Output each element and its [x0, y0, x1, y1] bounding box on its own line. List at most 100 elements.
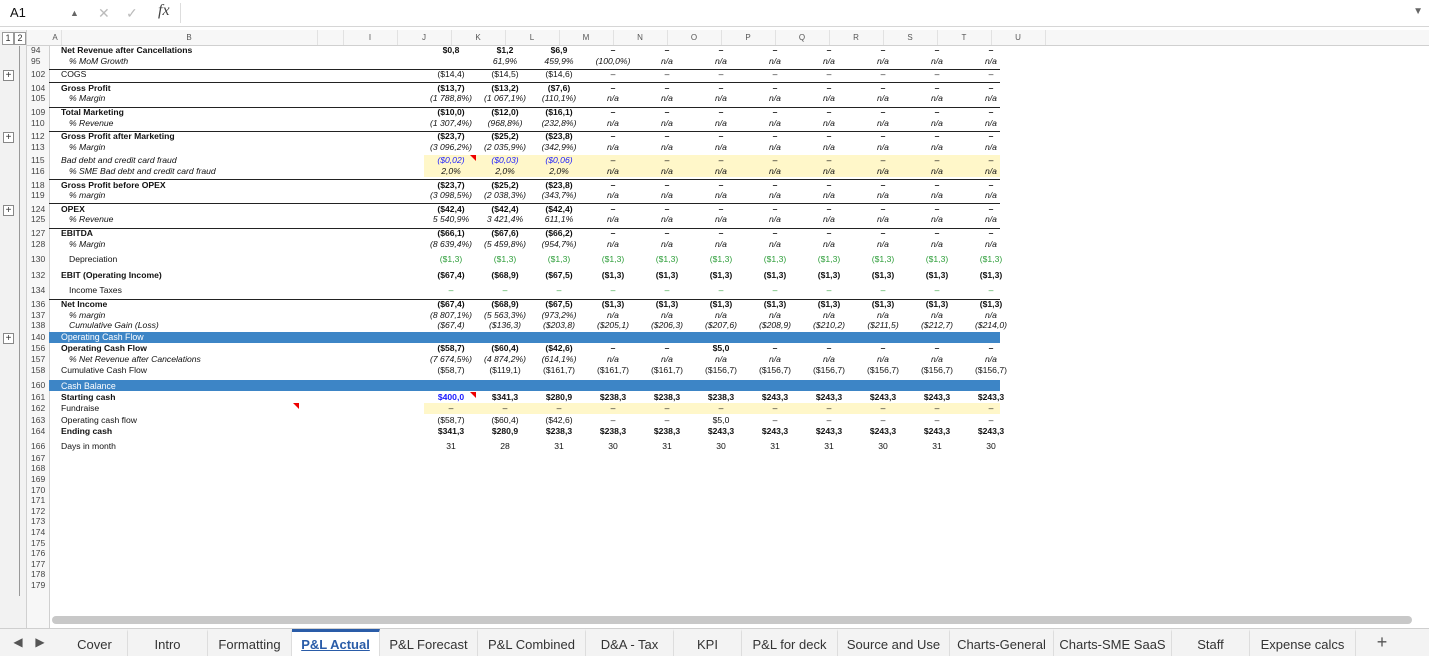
cell-K[interactable]: (3 098,5%)	[424, 190, 478, 200]
cell-S[interactable]: –	[856, 403, 910, 413]
column-header[interactable]: Q	[775, 30, 830, 45]
cell-O[interactable]: –	[640, 343, 694, 353]
row-label[interactable]: Income Taxes	[69, 285, 122, 295]
column-header[interactable]	[317, 30, 344, 45]
cell-P[interactable]: –	[694, 155, 748, 165]
cell-R[interactable]: –	[802, 415, 856, 425]
cell-U[interactable]: ($1,3)	[964, 270, 1018, 280]
cell-P[interactable]: ($207,6)	[694, 320, 748, 330]
cell-Q[interactable]: –	[748, 131, 802, 141]
row-label[interactable]: % margin	[69, 310, 105, 320]
cell-P[interactable]: –	[694, 83, 748, 93]
cell-P[interactable]: n/a	[694, 354, 748, 364]
row-number[interactable]: 158	[27, 365, 49, 375]
cell-N[interactable]: –	[586, 155, 640, 165]
cell-U[interactable]: –	[964, 204, 1018, 214]
cell-T[interactable]: n/a	[910, 93, 964, 103]
cell-M[interactable]: (343,7%)	[532, 190, 586, 200]
cell-K[interactable]: ($67,4)	[424, 299, 478, 309]
cell-M[interactable]: 31	[532, 441, 586, 451]
row-number[interactable]: 177	[27, 559, 49, 569]
cell-T[interactable]: –	[910, 204, 964, 214]
row-number[interactable]: 115	[27, 155, 49, 165]
row-number[interactable]: 118	[27, 180, 49, 190]
next-sheet-icon[interactable]: ▶	[30, 629, 50, 656]
cell-O[interactable]: –	[640, 285, 694, 295]
comment-indicator-icon[interactable]	[293, 403, 299, 410]
cell-P[interactable]: n/a	[694, 166, 748, 176]
cell-T[interactable]: n/a	[910, 239, 964, 249]
cell-Q[interactable]: –	[748, 69, 802, 79]
row-number[interactable]: 171	[27, 495, 49, 505]
row-number[interactable]: 136	[27, 299, 49, 309]
cell-P[interactable]: –	[694, 180, 748, 190]
cell-Q[interactable]: n/a	[748, 93, 802, 103]
row-number[interactable]: 124	[27, 204, 49, 214]
cell-K[interactable]: –	[424, 285, 478, 295]
cell-Q[interactable]: 31	[748, 441, 802, 451]
cell-P[interactable]: ($1,3)	[694, 254, 748, 264]
cell-K[interactable]: ($10,0)	[424, 107, 478, 117]
cell-O[interactable]: n/a	[640, 56, 694, 66]
cell-L[interactable]: ($67,6)	[478, 228, 532, 238]
row-label[interactable]: % Revenue	[69, 118, 113, 128]
fx-icon[interactable]: fx	[158, 2, 170, 20]
row-number[interactable]: 138	[27, 320, 49, 330]
cell-L[interactable]: (2 038,3%)	[478, 190, 532, 200]
cell-U[interactable]: –	[964, 83, 1018, 93]
cell-N[interactable]: –	[586, 131, 640, 141]
cell-O[interactable]: –	[640, 83, 694, 93]
cell-P[interactable]: 30	[694, 441, 748, 451]
cell-T[interactable]: –	[910, 180, 964, 190]
cell-M[interactable]: (342,9%)	[532, 142, 586, 152]
row-label[interactable]: % Margin	[69, 142, 105, 152]
cell-K[interactable]: (7 674,5%)	[424, 354, 478, 364]
cell-Q[interactable]: ($1,3)	[748, 254, 802, 264]
row-number[interactable]: 160	[27, 380, 49, 390]
sheet-tab[interactable]: Intro	[128, 629, 208, 656]
row-label[interactable]: Fundraise	[61, 403, 99, 413]
cell-R[interactable]: ($1,3)	[802, 270, 856, 280]
sheet-tab[interactable]: Expense calcs	[1250, 629, 1356, 656]
column-header[interactable]: P	[721, 30, 776, 45]
cell-M[interactable]: (232,8%)	[532, 118, 586, 128]
cell-L[interactable]: ($1,3)	[478, 254, 532, 264]
cell-T[interactable]: 31	[910, 441, 964, 451]
cell-K[interactable]: (1 788,8%)	[424, 93, 478, 103]
cell-Q[interactable]: –	[748, 285, 802, 295]
cell-R[interactable]: 31	[802, 441, 856, 451]
cell-K[interactable]: ($58,7)	[424, 365, 478, 375]
comment-indicator-icon[interactable]	[470, 155, 476, 162]
cell-S[interactable]: –	[856, 228, 910, 238]
cell-K[interactable]: (8 807,1%)	[424, 310, 478, 320]
comment-indicator-icon[interactable]	[470, 391, 476, 398]
cell-Q[interactable]: –	[748, 107, 802, 117]
cell-O[interactable]: n/a	[640, 214, 694, 224]
cell-L[interactable]: ($136,3)	[478, 320, 532, 330]
cell-U[interactable]: 30	[964, 441, 1018, 451]
cell-T[interactable]: n/a	[910, 142, 964, 152]
cell-N[interactable]: n/a	[586, 93, 640, 103]
cell-M[interactable]: (973,2%)	[532, 310, 586, 320]
cell-M[interactable]: (110,1%)	[532, 93, 586, 103]
cell-N[interactable]: –	[586, 403, 640, 413]
row-label[interactable]: EBIT (Operating Income)	[61, 270, 162, 280]
cell-Q[interactable]: n/a	[748, 166, 802, 176]
row-label[interactable]: % SME Bad debt and credit card fraud	[69, 166, 216, 176]
cell-T[interactable]: –	[910, 45, 964, 55]
cell-U[interactable]: n/a	[964, 239, 1018, 249]
cell-U[interactable]: –	[964, 131, 1018, 141]
cell-N[interactable]: n/a	[586, 118, 640, 128]
column-header[interactable]: T	[937, 30, 992, 45]
cell-N[interactable]: –	[586, 285, 640, 295]
row-label[interactable]: Cumulative Gain (Loss)	[69, 320, 159, 330]
outline-level-2-button[interactable]: 2	[14, 32, 26, 45]
row-number[interactable]: 172	[27, 506, 49, 516]
cell-U[interactable]: ($1,3)	[964, 299, 1018, 309]
cell-K[interactable]: ($1,3)	[424, 254, 478, 264]
cell-Q[interactable]: –	[748, 155, 802, 165]
column-header[interactable]: U	[991, 30, 1046, 45]
cell-M[interactable]: ($14,6)	[532, 69, 586, 79]
cell-N[interactable]: n/a	[586, 214, 640, 224]
cell-M[interactable]: 459,9%	[532, 56, 586, 66]
